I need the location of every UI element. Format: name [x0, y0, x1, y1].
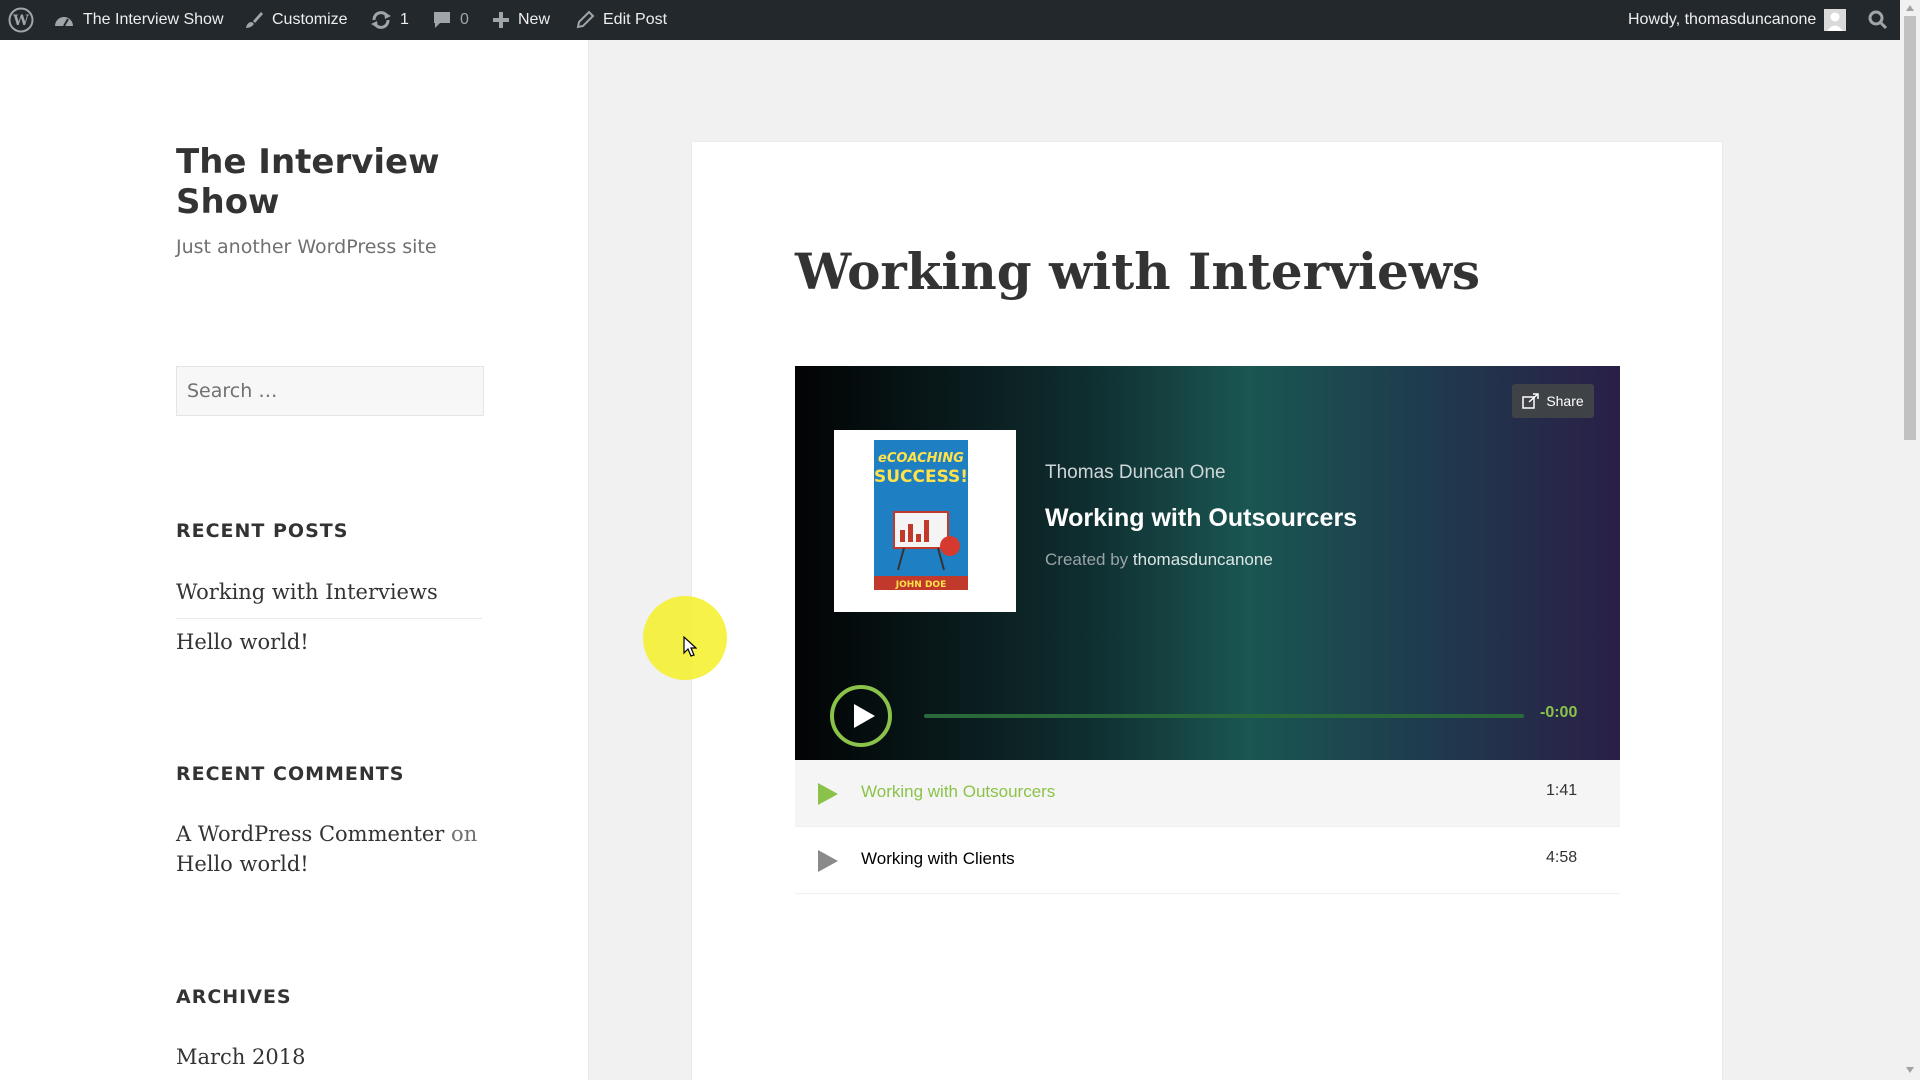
track-name: Working with Outsourcers — [861, 782, 1056, 801]
scrollbar-thumb[interactable] — [1904, 16, 1916, 440]
search-placeholder: Search … — [187, 380, 278, 402]
play-button[interactable] — [829, 684, 893, 753]
edit-post-label: Edit Post — [603, 11, 668, 28]
howdy-text: Howdy, thomasduncanone — [1628, 11, 1817, 28]
dashboard-gauge-icon — [55, 17, 73, 27]
comments-link[interactable]: 0 — [432, 0, 469, 40]
admin-search-icon[interactable] — [1868, 0, 1888, 40]
recent-post-link[interactable]: Working with Interviews — [176, 580, 438, 604]
created-by-author[interactable]: thomasduncanone — [1133, 550, 1273, 569]
share-icon — [1522, 393, 1540, 409]
track-duration: 1:41 — [1546, 782, 1578, 799]
new-content-link[interactable]: New — [492, 0, 550, 40]
track-artist: Thomas Duncan One — [1045, 462, 1226, 483]
progress-bar[interactable] — [924, 714, 1524, 718]
track-duration: 4:58 — [1546, 849, 1578, 866]
play-circle-icon — [830, 685, 892, 747]
cover-brand-bottom: SUCCESS! — [874, 467, 968, 487]
scroll-up-arrow-icon[interactable] — [1905, 4, 1915, 12]
widget-divider — [176, 618, 482, 619]
comment-author-link[interactable]: A WordPress Commenter — [176, 822, 444, 846]
comment-post-link[interactable]: Hello world! — [176, 852, 309, 876]
post-title: Working with Interviews — [795, 242, 1481, 301]
comment-bubble-icon — [434, 12, 450, 28]
archive-link[interactable]: March 2018 — [176, 1045, 305, 1069]
play-triangle-icon — [818, 850, 838, 872]
customize-label: Customize — [272, 11, 348, 28]
updates-link[interactable]: 1 — [370, 0, 409, 40]
scroll-down-arrow-icon[interactable] — [1905, 1066, 1915, 1074]
plus-icon — [493, 12, 509, 28]
site-tagline: Just another WordPress site — [176, 236, 437, 258]
new-label: New — [518, 11, 551, 28]
sidebar: The Interview Show Just another WordPres… — [0, 40, 588, 1080]
pencil-icon — [576, 10, 595, 29]
cover-author: JOHN DOE — [895, 580, 946, 590]
now-playing-title: Working with Outsourcers — [1045, 504, 1358, 532]
post-article: Working with Interviews Share eCOACHING … — [692, 142, 1722, 1080]
share-label: Share — [1546, 393, 1584, 409]
updates-count: 1 — [400, 11, 409, 28]
avatar-icon — [1824, 9, 1847, 31]
cover-brand-top: eCOACHING — [878, 451, 964, 466]
time-remaining: -0:00 — [1540, 704, 1578, 721]
comment-on-text: on — [451, 822, 478, 846]
recent-comment-item: A WordPress Commenter on — [176, 822, 477, 846]
book-cover-image: eCOACHING SUCCESS! JOHN DOE — [874, 440, 968, 590]
admin-site-name: The Interview Show — [83, 11, 224, 28]
wordpress-logo-icon[interactable]: W — [8, 0, 34, 40]
track-name: Working with Clients — [861, 849, 1015, 868]
created-by-label: Created by — [1045, 550, 1129, 569]
search-input[interactable]: Search … — [176, 366, 484, 416]
tracklist: Working with Outsourcers 1:41 Working wi… — [795, 760, 1620, 894]
recent-comments-heading: RECENT COMMENTS — [176, 763, 405, 785]
site-title[interactable]: The Interview Show — [176, 142, 506, 222]
admin-bar: W The Interview Show Customize 1 0 New E… — [0, 0, 1900, 40]
mouse-cursor-icon — [683, 636, 697, 657]
created-by: Created by thomasduncanone — [1045, 550, 1273, 570]
recent-posts-heading: RECENT POSTS — [176, 520, 349, 542]
admin-site-link[interactable]: The Interview Show — [53, 0, 224, 40]
album-cover: eCOACHING SUCCESS! JOHN DOE — [834, 430, 1016, 612]
updates-refresh-icon — [371, 11, 391, 29]
page-scrollbar[interactable] — [1900, 0, 1920, 1080]
track-row[interactable]: Working with Outsourcers 1:41 — [795, 760, 1620, 827]
account-menu[interactable]: Howdy, thomasduncanone — [1628, 0, 1847, 40]
archives-heading: ARCHIVES — [176, 986, 292, 1008]
share-button[interactable]: Share — [1512, 384, 1594, 418]
track-row[interactable]: Working with Clients 4:58 — [795, 827, 1620, 894]
paintbrush-icon — [246, 12, 263, 28]
audio-player: Share eCOACHING SUCCESS! JOHN DOE Thomas… — [795, 366, 1620, 760]
edit-post-link[interactable]: Edit Post — [575, 0, 667, 40]
svg-text:W: W — [12, 13, 29, 29]
comments-count: 0 — [460, 11, 469, 28]
recent-post-link[interactable]: Hello world! — [176, 630, 309, 654]
customize-link[interactable]: Customize — [244, 0, 348, 40]
play-triangle-icon — [818, 783, 838, 805]
